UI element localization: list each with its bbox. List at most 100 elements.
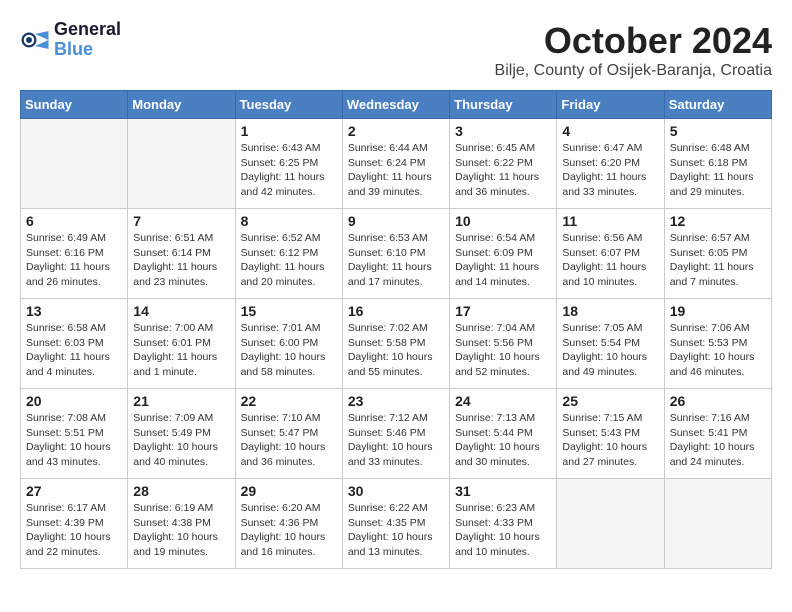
day-number: 26: [670, 393, 766, 409]
calendar-cell: 30 Sunrise: 6:22 AM Sunset: 4:35 PM Dayli…: [342, 479, 449, 569]
day-number: 22: [241, 393, 337, 409]
day-number: 3: [455, 123, 551, 139]
calendar-cell: 29 Sunrise: 6:20 AM Sunset: 4:36 PM Dayli…: [235, 479, 342, 569]
day-info: Sunrise: 6:47 AM Sunset: 6:20 PM Dayligh…: [562, 141, 658, 200]
day-info: Sunrise: 7:04 AM Sunset: 5:56 PM Dayligh…: [455, 321, 551, 380]
day-info: Sunrise: 6:19 AM Sunset: 4:38 PM Dayligh…: [133, 501, 229, 560]
day-info: Sunrise: 7:12 AM Sunset: 5:46 PM Dayligh…: [348, 411, 444, 470]
weekday-header-friday: Friday: [557, 91, 664, 119]
day-info: Sunrise: 6:48 AM Sunset: 6:18 PM Dayligh…: [670, 141, 766, 200]
calendar-cell: 9 Sunrise: 6:53 AM Sunset: 6:10 PM Daylig…: [342, 209, 449, 299]
day-info: Sunrise: 6:43 AM Sunset: 6:25 PM Dayligh…: [241, 141, 337, 200]
day-info: Sunrise: 7:01 AM Sunset: 6:00 PM Dayligh…: [241, 321, 337, 380]
day-number: 2: [348, 123, 444, 139]
day-number: 1: [241, 123, 337, 139]
calendar-cell: 20 Sunrise: 7:08 AM Sunset: 5:51 PM Dayli…: [21, 389, 128, 479]
day-info: Sunrise: 7:00 AM Sunset: 6:01 PM Dayligh…: [133, 321, 229, 380]
day-number: 7: [133, 213, 229, 229]
calendar-cell: 2Sunrise: 6:44 AM Sunset: 6:24 PM Daylig…: [342, 119, 449, 209]
day-number: 21: [133, 393, 229, 409]
day-info: Sunrise: 7:13 AM Sunset: 5:44 PM Dayligh…: [455, 411, 551, 470]
day-info: Sunrise: 6:56 AM Sunset: 6:07 PM Dayligh…: [562, 231, 658, 290]
calendar-cell: 25 Sunrise: 7:15 AM Sunset: 5:43 PM Dayli…: [557, 389, 664, 479]
day-number: 23: [348, 393, 444, 409]
day-number: 27: [26, 483, 122, 499]
calendar-cell: 21 Sunrise: 7:09 AM Sunset: 5:49 PM Dayli…: [128, 389, 235, 479]
calendar-cell: 6 Sunrise: 6:49 AM Sunset: 6:16 PM Daylig…: [21, 209, 128, 299]
calendar-cell: 13 Sunrise: 6:58 AM Sunset: 6:03 PM Dayli…: [21, 299, 128, 389]
day-info: Sunrise: 7:16 AM Sunset: 5:41 PM Dayligh…: [670, 411, 766, 470]
logo-icon: [20, 25, 50, 55]
day-number: 18: [562, 303, 658, 319]
day-info: Sunrise: 7:05 AM Sunset: 5:54 PM Dayligh…: [562, 321, 658, 380]
day-info: Sunrise: 7:15 AM Sunset: 5:43 PM Dayligh…: [562, 411, 658, 470]
day-number: 20: [26, 393, 122, 409]
day-info: Sunrise: 6:23 AM Sunset: 4:33 PM Dayligh…: [455, 501, 551, 560]
calendar-cell: 15Sunrise: 7:01 AM Sunset: 6:00 PM Dayli…: [235, 299, 342, 389]
weekday-header-saturday: Saturday: [664, 91, 771, 119]
weekday-header-thursday: Thursday: [450, 91, 557, 119]
calendar-cell: [128, 119, 235, 209]
day-info: Sunrise: 7:08 AM Sunset: 5:51 PM Dayligh…: [26, 411, 122, 470]
day-info: Sunrise: 6:45 AM Sunset: 6:22 PM Dayligh…: [455, 141, 551, 200]
logo-text: General Blue: [54, 20, 121, 60]
day-info: Sunrise: 6:52 AM Sunset: 6:12 PM Dayligh…: [241, 231, 337, 290]
month-title: October 2024: [495, 20, 772, 62]
day-number: 28: [133, 483, 229, 499]
location: Bilje, County of Osijek-Baranja, Croatia: [495, 62, 772, 80]
day-number: 16: [348, 303, 444, 319]
week-row-4: 20 Sunrise: 7:08 AM Sunset: 5:51 PM Dayli…: [21, 389, 772, 479]
calendar-cell: 26 Sunrise: 7:16 AM Sunset: 5:41 PM Dayli…: [664, 389, 771, 479]
calendar-cell: 1 Sunrise: 6:43 AM Sunset: 6:25 PM Daylig…: [235, 119, 342, 209]
day-number: 10: [455, 213, 551, 229]
day-info: Sunrise: 6:49 AM Sunset: 6:16 PM Dayligh…: [26, 231, 122, 290]
day-number: 4: [562, 123, 658, 139]
calendar-cell: 8 Sunrise: 6:52 AM Sunset: 6:12 PM Daylig…: [235, 209, 342, 299]
weekday-header-monday: Monday: [128, 91, 235, 119]
calendar-cell: 4 Sunrise: 6:47 AM Sunset: 6:20 PM Daylig…: [557, 119, 664, 209]
calendar-cell: 10 Sunrise: 6:54 AM Sunset: 6:09 PM Dayli…: [450, 209, 557, 299]
day-number: 13: [26, 303, 122, 319]
day-number: 25: [562, 393, 658, 409]
calendar-cell: 11Sunrise: 6:56 AM Sunset: 6:07 PM Dayli…: [557, 209, 664, 299]
day-info: Sunrise: 6:20 AM Sunset: 4:36 PM Dayligh…: [241, 501, 337, 560]
day-info: Sunrise: 6:17 AM Sunset: 4:39 PM Dayligh…: [26, 501, 122, 560]
week-row-5: 27 Sunrise: 6:17 AM Sunset: 4:39 PM Dayli…: [21, 479, 772, 569]
logo: General Blue: [20, 20, 121, 60]
calendar-cell: 3 Sunrise: 6:45 AM Sunset: 6:22 PM Daylig…: [450, 119, 557, 209]
day-info: Sunrise: 6:57 AM Sunset: 6:05 PM Dayligh…: [670, 231, 766, 290]
day-info: Sunrise: 7:09 AM Sunset: 5:49 PM Dayligh…: [133, 411, 229, 470]
day-number: 8: [241, 213, 337, 229]
day-info: Sunrise: 7:10 AM Sunset: 5:47 PM Dayligh…: [241, 411, 337, 470]
calendar-cell: 16Sunrise: 7:02 AM Sunset: 5:58 PM Dayli…: [342, 299, 449, 389]
day-number: 31: [455, 483, 551, 499]
calendar-cell: 18 Sunrise: 7:05 AM Sunset: 5:54 PM Dayli…: [557, 299, 664, 389]
week-row-2: 6 Sunrise: 6:49 AM Sunset: 6:16 PM Daylig…: [21, 209, 772, 299]
day-info: Sunrise: 6:22 AM Sunset: 4:35 PM Dayligh…: [348, 501, 444, 560]
day-number: 6: [26, 213, 122, 229]
calendar-cell: 27 Sunrise: 6:17 AM Sunset: 4:39 PM Dayli…: [21, 479, 128, 569]
page-header: General Blue October 2024 Bilje, County …: [20, 20, 772, 80]
day-number: 12: [670, 213, 766, 229]
day-info: Sunrise: 6:53 AM Sunset: 6:10 PM Dayligh…: [348, 231, 444, 290]
calendar-cell: [21, 119, 128, 209]
logo-general: General: [54, 20, 121, 40]
day-number: 14: [133, 303, 229, 319]
day-number: 17: [455, 303, 551, 319]
day-number: 9: [348, 213, 444, 229]
weekday-header-wednesday: Wednesday: [342, 91, 449, 119]
calendar-cell: 31 Sunrise: 6:23 AM Sunset: 4:33 PM Dayli…: [450, 479, 557, 569]
day-number: 30: [348, 483, 444, 499]
day-number: 29: [241, 483, 337, 499]
day-number: 5: [670, 123, 766, 139]
calendar-table: SundayMondayTuesdayWednesdayThursdayFrid…: [20, 90, 772, 569]
calendar-cell: 22 Sunrise: 7:10 AM Sunset: 5:47 PM Dayli…: [235, 389, 342, 479]
day-info: Sunrise: 6:54 AM Sunset: 6:09 PM Dayligh…: [455, 231, 551, 290]
calendar-cell: 24Sunrise: 7:13 AM Sunset: 5:44 PM Dayli…: [450, 389, 557, 479]
day-info: Sunrise: 6:58 AM Sunset: 6:03 PM Dayligh…: [26, 321, 122, 380]
calendar-cell: 19Sunrise: 7:06 AM Sunset: 5:53 PM Dayli…: [664, 299, 771, 389]
day-number: 19: [670, 303, 766, 319]
weekday-header-sunday: Sunday: [21, 91, 128, 119]
calendar-cell: 28 Sunrise: 6:19 AM Sunset: 4:38 PM Dayli…: [128, 479, 235, 569]
calendar-cell: 14 Sunrise: 7:00 AM Sunset: 6:01 PM Dayli…: [128, 299, 235, 389]
